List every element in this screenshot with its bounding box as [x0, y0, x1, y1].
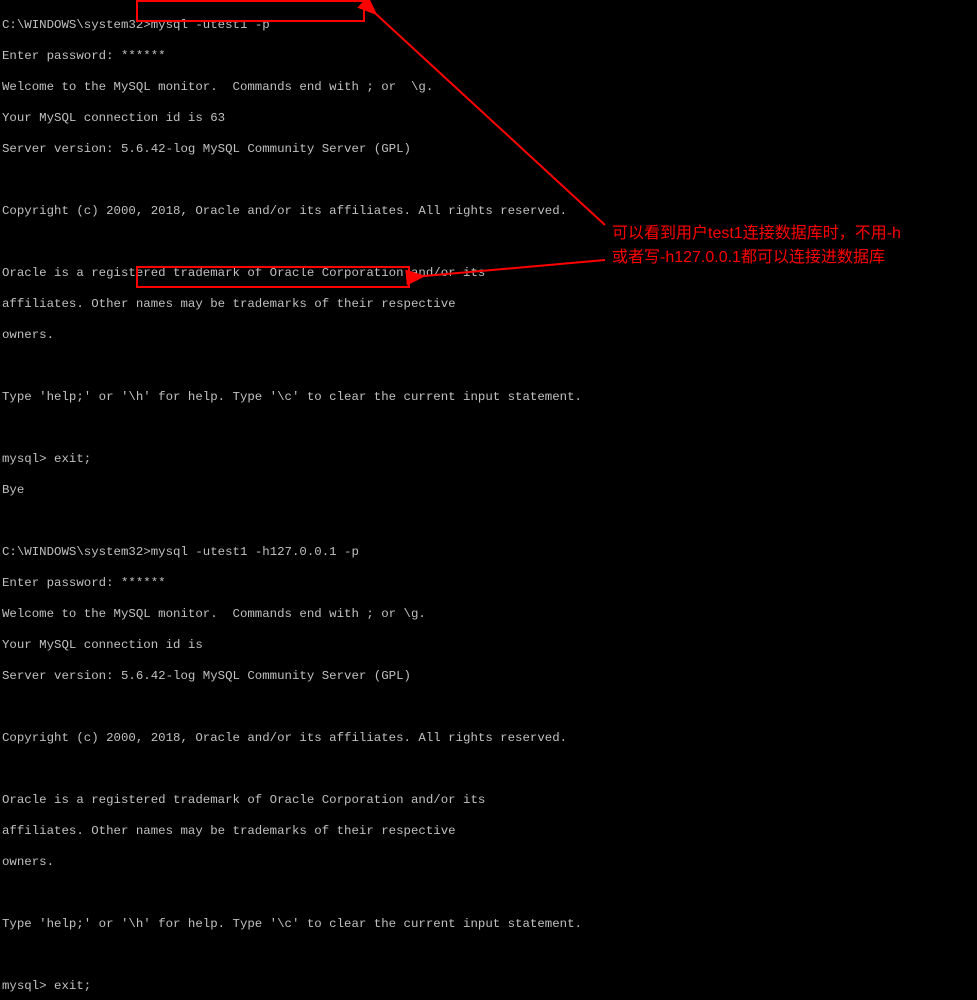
terminal-line	[2, 762, 975, 778]
terminal-line	[2, 173, 975, 189]
prompt-prefix: C:\WINDOWS\system32>	[2, 18, 151, 32]
command-text: mysql -utest1 -h127.0.0.1 -p	[151, 545, 359, 559]
terminal-line: Enter password: ******	[2, 49, 975, 65]
terminal-line: C:\WINDOWS\system32>mysql -utest1 -p	[2, 18, 975, 34]
terminal-line: Type 'help;' or '\h' for help. Type '\c'…	[2, 390, 975, 406]
terminal-line: Enter password: ******	[2, 576, 975, 592]
terminal-line: owners.	[2, 328, 975, 344]
terminal-line: owners.	[2, 855, 975, 871]
terminal-line	[2, 235, 975, 251]
terminal-line: Server version: 5.6.42-log MySQL Communi…	[2, 142, 975, 158]
terminal-line: Copyright (c) 2000, 2018, Oracle and/or …	[2, 204, 975, 220]
terminal-line: Your MySQL connection id is	[2, 638, 975, 654]
terminal-line: affiliates. Other names may be trademark…	[2, 297, 975, 313]
terminal-line: Your MySQL connection id is 63	[2, 111, 975, 127]
prompt-prefix: C:\WINDOWS\system32>	[2, 545, 151, 559]
terminal-line: Oracle is a registered trademark of Orac…	[2, 793, 975, 809]
terminal-line: Welcome to the MySQL monitor. Commands e…	[2, 607, 975, 623]
terminal-line: mysql> exit;	[2, 452, 975, 468]
terminal-line: Server version: 5.6.42-log MySQL Communi…	[2, 669, 975, 685]
terminal-line	[2, 948, 975, 964]
terminal-line	[2, 700, 975, 716]
terminal-line: Bye	[2, 483, 975, 499]
command-text: mysql -utest1 -p	[151, 18, 270, 32]
terminal-line	[2, 421, 975, 437]
terminal-line	[2, 886, 975, 902]
terminal-line: C:\WINDOWS\system32>mysql -utest1 -h127.…	[2, 545, 975, 561]
terminal-line	[2, 359, 975, 375]
terminal-line	[2, 514, 975, 530]
terminal-line: Type 'help;' or '\h' for help. Type '\c'…	[2, 917, 975, 933]
terminal-output: C:\WINDOWS\system32>mysql -utest1 -p Ent…	[0, 0, 977, 1000]
terminal-line: Oracle is a registered trademark of Orac…	[2, 266, 975, 282]
terminal-line: mysql> exit;	[2, 979, 975, 995]
terminal-line: Welcome to the MySQL monitor. Commands e…	[2, 80, 975, 96]
terminal-line: affiliates. Other names may be trademark…	[2, 824, 975, 840]
terminal-line: Copyright (c) 2000, 2018, Oracle and/or …	[2, 731, 975, 747]
